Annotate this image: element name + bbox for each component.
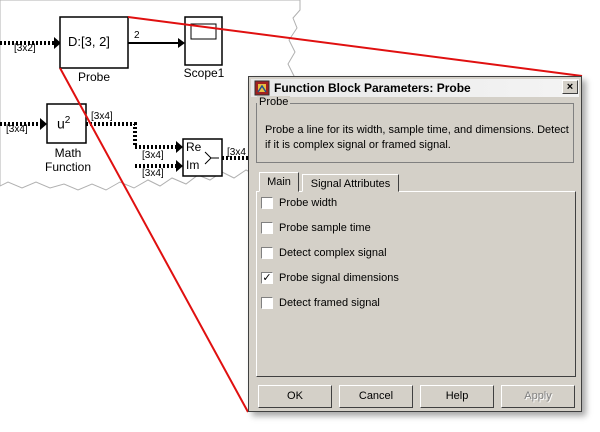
- reim-in2-dims: [3x4]: [142, 168, 164, 179]
- math-block-base: u: [57, 115, 65, 132]
- probe-block-label: Probe: [77, 70, 111, 84]
- math-out-dims: [3x4]: [91, 111, 113, 122]
- check-mark-icon: ✓: [262, 272, 272, 284]
- tab-signal-attributes[interactable]: Signal Attributes: [302, 174, 399, 192]
- probe-signal-dimensions-label: Probe signal dimensions: [279, 272, 399, 284]
- detect-complex-signal-checkbox[interactable]: [261, 247, 273, 259]
- apply-button[interactable]: Apply: [501, 385, 575, 408]
- tab-main[interactable]: Main: [259, 172, 299, 192]
- math-block-label-1: Math: [54, 146, 82, 160]
- reim-out-dims: [3x4: [227, 147, 246, 158]
- probe-sample-time-checkbox[interactable]: [261, 222, 273, 234]
- math-block-label-2: Function: [44, 160, 92, 174]
- probe-in-dims: [3x2]: [14, 43, 36, 54]
- detect-framed-signal-label: Detect framed signal: [279, 297, 380, 309]
- dialog-titlebar[interactable]: Function Block Parameters: Probe ×: [251, 79, 579, 97]
- math-block-exponent: 2: [64, 115, 71, 126]
- math-in-dims: [3x4]: [6, 124, 28, 135]
- dialog-title: Function Block Parameters: Probe: [274, 81, 471, 95]
- probe-width-label: Probe width: [279, 197, 338, 209]
- probe-sample-time-label: Probe sample time: [279, 222, 371, 234]
- scope-block-label: Scope1: [183, 66, 225, 80]
- tab-panel-main: [256, 191, 576, 377]
- ok-button[interactable]: OK: [258, 385, 332, 408]
- math-block-text: u2: [57, 115, 70, 132]
- detect-complex-signal-label: Detect complex signal: [279, 247, 387, 259]
- probe-block-text: D:[3, 2]: [68, 34, 110, 49]
- reim-in1-dims: [3x4]: [142, 150, 164, 161]
- probe-out-dims: 2: [134, 30, 140, 41]
- cancel-button[interactable]: Cancel: [339, 385, 413, 408]
- help-button[interactable]: Help: [420, 385, 494, 408]
- close-button[interactable]: ×: [562, 80, 578, 94]
- group-title: Probe: [257, 96, 291, 108]
- function-block-parameters-dialog: Function Block Parameters: Probe × Probe…: [248, 76, 582, 412]
- reim-im-port: Im: [186, 158, 200, 172]
- detect-framed-signal-checkbox[interactable]: [261, 297, 273, 309]
- group-description: Probe a line for its width, sample time,…: [265, 124, 569, 151]
- simulink-logo-icon: [254, 80, 270, 96]
- reim-re-port: Re: [186, 140, 202, 154]
- probe-width-checkbox[interactable]: [261, 197, 273, 209]
- probe-signal-dimensions-checkbox[interactable]: ✓: [261, 272, 273, 284]
